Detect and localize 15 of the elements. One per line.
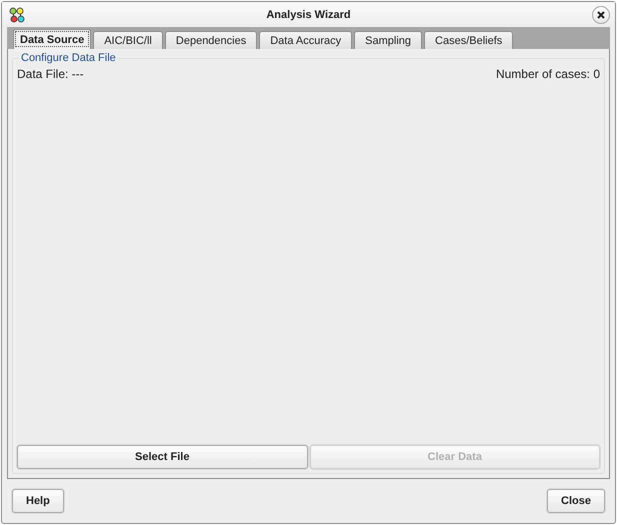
action-button[interactable]: Select File <box>17 445 308 469</box>
data-file-label: Data File: --- <box>17 67 84 81</box>
tab[interactable]: Data Source <box>13 29 92 49</box>
group-title: Configure Data File <box>20 52 117 64</box>
tab[interactable]: Sampling <box>354 31 422 49</box>
case-count-label: Number of cases: 0 <box>496 67 600 81</box>
close-button[interactable]: Close <box>547 489 605 513</box>
tab[interactable]: Data Accuracy <box>259 31 352 49</box>
app-icon <box>9 6 25 22</box>
window-title: Analysis Wizard <box>265 8 352 20</box>
close-icon[interactable] <box>592 6 610 24</box>
tab[interactable]: AIC/BIC/ll <box>93 31 163 49</box>
tab[interactable]: Cases/Beliefs <box>424 31 514 49</box>
tab[interactable]: Dependencies <box>164 31 258 49</box>
help-button[interactable]: Help <box>12 489 64 513</box>
